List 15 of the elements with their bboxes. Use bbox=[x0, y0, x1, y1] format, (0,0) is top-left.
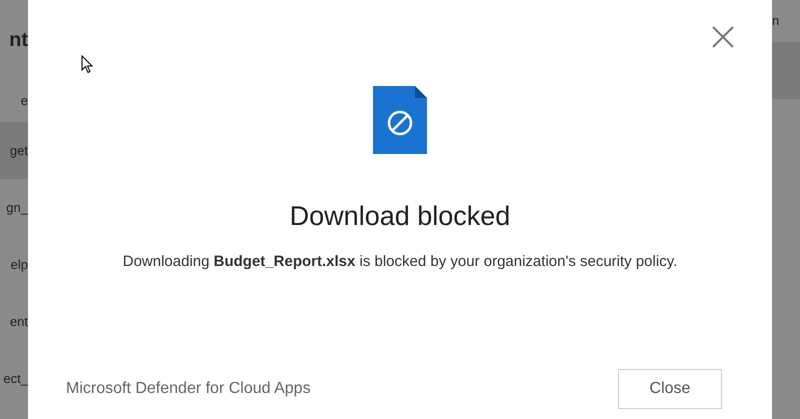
background-text: ect_ bbox=[3, 370, 28, 388]
mouse-pointer-icon bbox=[81, 55, 93, 74]
footer-text: Microsoft Defender for Cloud Apps bbox=[66, 379, 311, 399]
background-text: get bbox=[10, 142, 28, 160]
dialog-title: Download blocked bbox=[290, 200, 510, 233]
background-text: elp bbox=[10, 256, 28, 274]
background-text: n bbox=[772, 12, 780, 30]
close-icon[interactable] bbox=[710, 24, 736, 50]
background-text: gn_ bbox=[6, 198, 28, 217]
background-text: nt bbox=[9, 28, 28, 53]
background-text: e bbox=[20, 92, 28, 110]
blocked-file-icon bbox=[373, 86, 427, 154]
background-text: ent bbox=[10, 312, 28, 331]
dialog-message: Downloading Budget_Report.xlsx is blocked by your organization's security policy. bbox=[122, 252, 678, 272]
close-button[interactable]: Close bbox=[618, 369, 722, 409]
